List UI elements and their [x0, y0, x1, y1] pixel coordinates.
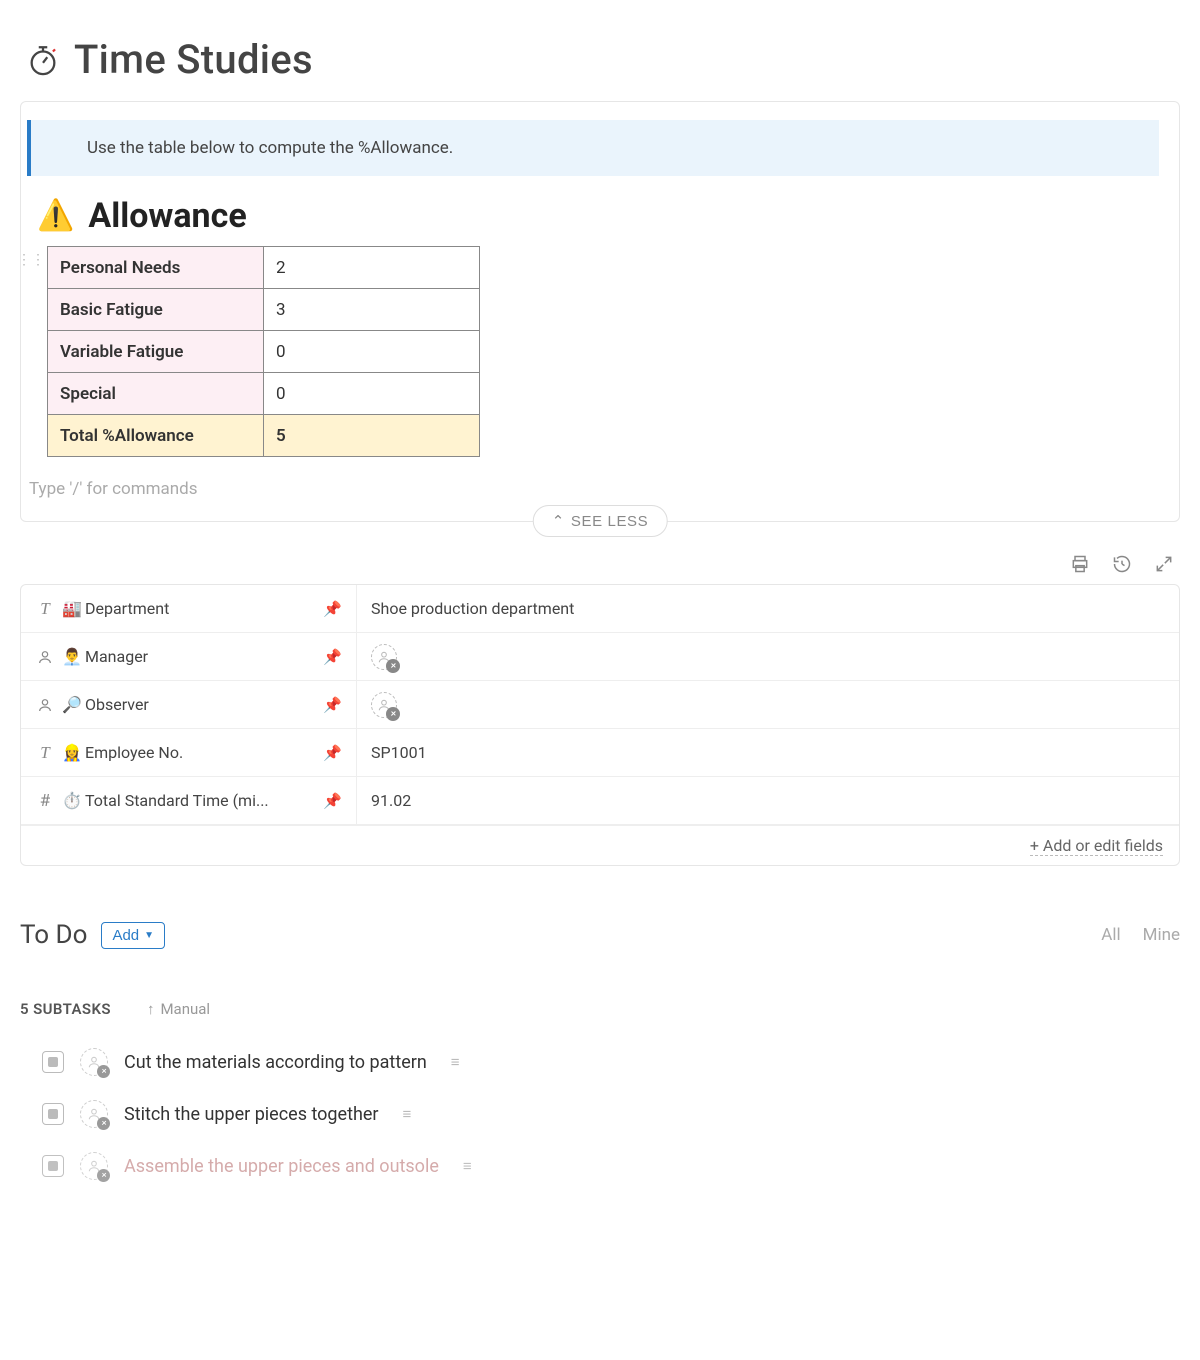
sort-button[interactable]: ↑ Manual [147, 1000, 210, 1018]
fields-card: T 🏭 Department 📌 Shoe production departm… [20, 584, 1180, 866]
table-row: Basic Fatigue 3 [48, 289, 480, 331]
person-type-icon [31, 647, 59, 667]
text-type-icon: T [31, 599, 59, 619]
allowance-table: Personal Needs 2 Basic Fatigue 3 Variabl… [47, 246, 480, 457]
assign-person-icon[interactable] [80, 1048, 108, 1076]
field-row-department: T 🏭 Department 📌 Shoe production departm… [21, 585, 1179, 633]
task-row: Stitch the upper pieces together ≡ [20, 1088, 1180, 1140]
command-input[interactable]: Type '/' for commands [21, 457, 1179, 503]
field-row-total-standard-time: # ⏱️ Total Standard Time (mi... 📌 91.02 [21, 777, 1179, 825]
field-value[interactable] [357, 633, 1179, 680]
description-icon[interactable]: ≡ [403, 1105, 412, 1123]
warning-icon: ⚠️ [37, 201, 74, 231]
pin-icon[interactable]: 📌 [319, 696, 346, 714]
field-value[interactable]: Shoe production department [357, 585, 1179, 632]
factory-icon: 🏭 [59, 599, 85, 618]
worker-icon: 👷‍♀️ [59, 743, 85, 762]
pin-icon[interactable]: 📌 [319, 744, 346, 762]
assign-person-icon[interactable] [80, 1100, 108, 1128]
expand-icon[interactable] [1154, 554, 1174, 574]
allowance-heading: Allowance [88, 196, 246, 236]
text-type-icon: T [31, 743, 59, 763]
add-button[interactable]: Add ▼ [101, 922, 165, 949]
filter-mine[interactable]: Mine [1143, 925, 1180, 945]
field-row-manager: 👨‍💼 Manager 📌 [21, 633, 1179, 681]
table-row: Variable Fatigue 0 [48, 331, 480, 373]
drag-handle-icon[interactable]: ⋮⋮ [17, 252, 45, 268]
table-row-total: Total %Allowance 5 [48, 415, 480, 457]
field-value[interactable]: 91.02 [357, 777, 1179, 824]
table-row: Personal Needs 2 [48, 247, 480, 289]
stopwatch-icon [26, 43, 60, 77]
assign-person-icon[interactable] [371, 644, 397, 670]
task-title[interactable]: Stitch the upper pieces together [124, 1104, 379, 1125]
page-title: Time Studies [74, 36, 313, 83]
see-less-button[interactable]: ⌃ SEE LESS [533, 505, 668, 537]
task-checkbox[interactable] [42, 1155, 64, 1177]
task-checkbox[interactable] [42, 1103, 64, 1125]
magnifier-icon: 🔎 [59, 695, 85, 714]
person-type-icon [31, 695, 59, 715]
stopwatch-small-icon: ⏱️ [59, 791, 85, 810]
field-row-observer: 🔎 Observer 📌 [21, 681, 1179, 729]
arrow-up-icon: ↑ [147, 1000, 155, 1018]
task-row: Assemble the upper pieces and outsole ≡ [20, 1140, 1180, 1192]
task-title[interactable]: Cut the materials according to pattern [124, 1052, 427, 1073]
description-icon[interactable]: ≡ [451, 1053, 460, 1071]
task-checkbox[interactable] [42, 1051, 64, 1073]
caret-down-icon: ▼ [144, 930, 154, 941]
assign-person-icon[interactable] [80, 1152, 108, 1180]
chevron-up-icon: ⌃ [552, 512, 565, 530]
assign-person-icon[interactable] [371, 692, 397, 718]
pin-icon[interactable]: 📌 [319, 792, 346, 810]
task-row: Cut the materials according to pattern ≡ [20, 1036, 1180, 1088]
field-row-employee-no: T 👷‍♀️ Employee No. 📌 SP1001 [21, 729, 1179, 777]
number-type-icon: # [31, 791, 59, 811]
field-value[interactable] [357, 681, 1179, 728]
table-row: Special 0 [48, 373, 480, 415]
print-icon[interactable] [1070, 554, 1090, 574]
info-banner: Use the table below to compute the %Allo… [27, 120, 1159, 176]
task-title[interactable]: Assemble the upper pieces and outsole [124, 1156, 439, 1177]
description-icon[interactable]: ≡ [463, 1157, 472, 1175]
manager-icon: 👨‍💼 [59, 647, 85, 666]
add-edit-fields-button[interactable]: + Add or edit fields [21, 825, 1179, 865]
history-icon[interactable] [1112, 554, 1132, 574]
pin-icon[interactable]: 📌 [319, 600, 346, 618]
document-card: Use the table below to compute the %Allo… [20, 101, 1180, 522]
todo-heading: To Do [20, 920, 87, 950]
subtasks-count: 5 SUBTASKS [20, 1000, 111, 1018]
field-value[interactable]: SP1001 [357, 729, 1179, 776]
pin-icon[interactable]: 📌 [319, 648, 346, 666]
filter-all[interactable]: All [1101, 925, 1120, 945]
